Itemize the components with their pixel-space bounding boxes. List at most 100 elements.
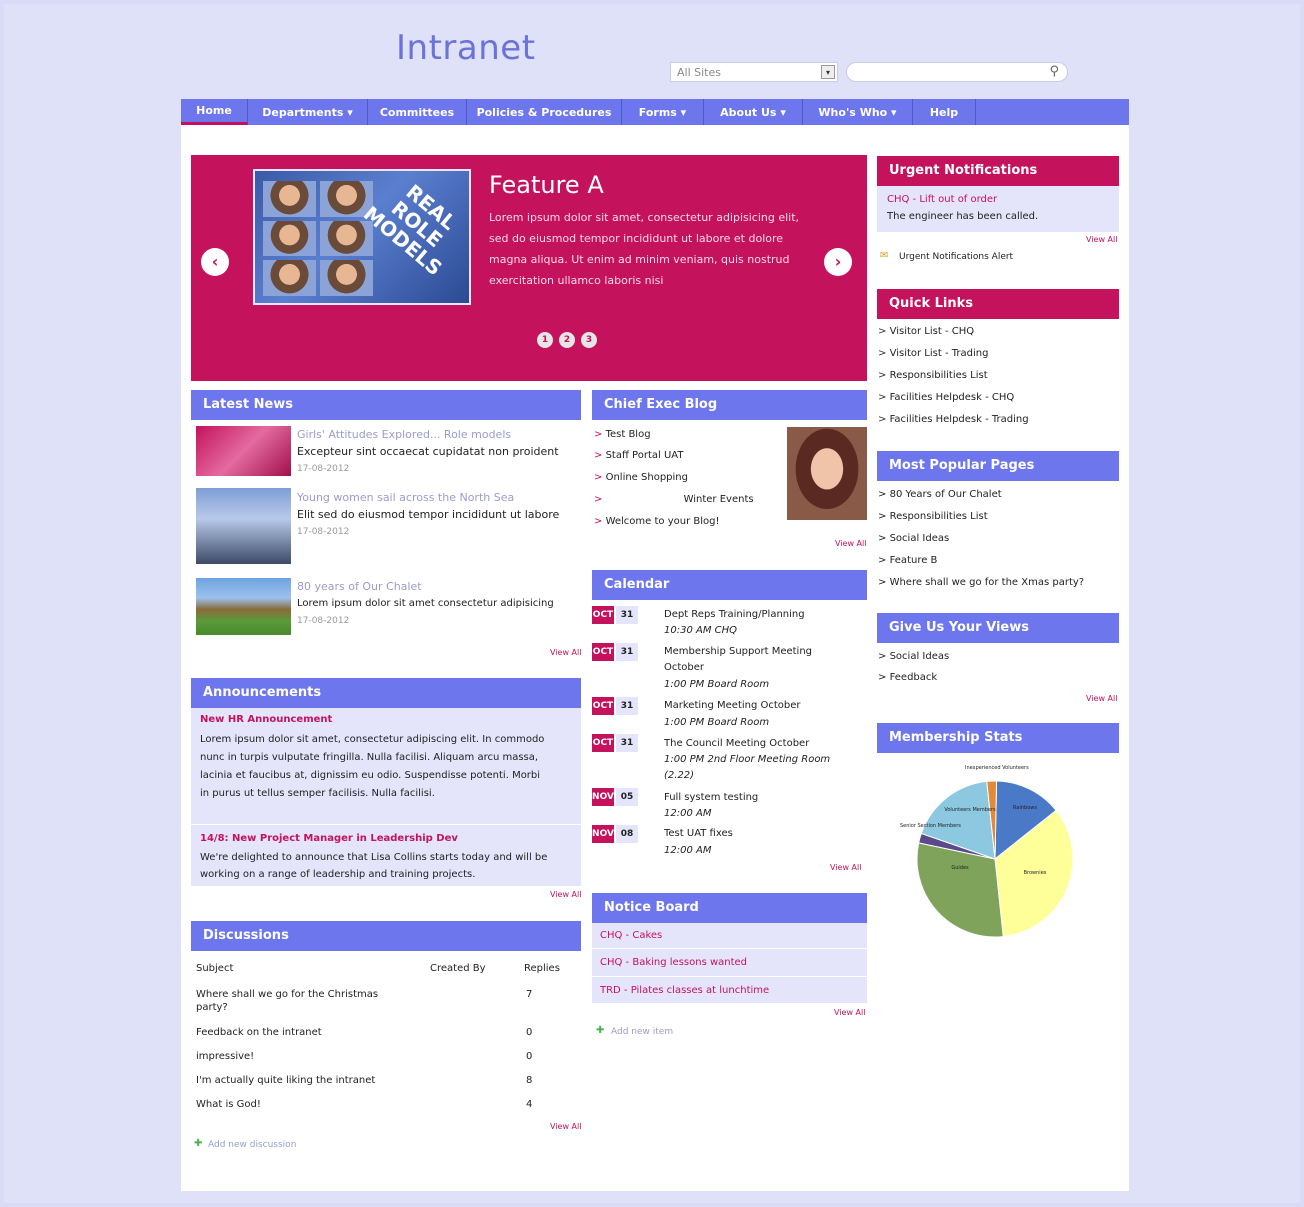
popular-page-link[interactable]: > Responsibilities List [878, 510, 988, 524]
prev-arrow-icon[interactable]: ‹ [201, 248, 229, 276]
plus-icon[interactable]: ✚ [194, 1137, 202, 1151]
popular-page-link[interactable]: > Feature B [878, 554, 937, 568]
notice-item[interactable]: TRD - Pilates classes at lunchtime [600, 984, 769, 998]
column-header-subject[interactable]: Subject [196, 962, 233, 976]
urgent-alert-link[interactable]: Urgent Notifications Alert [899, 250, 1013, 264]
news-date: 17-08-2012 [297, 464, 350, 474]
column-header-created-by[interactable]: Created By [430, 962, 486, 976]
event-title[interactable]: Test UAT fixes [664, 827, 733, 841]
quick-link[interactable]: > Visitor List - CHQ [878, 325, 974, 339]
announcement-title[interactable]: 14/8: New Project Manager in Leadership … [200, 832, 458, 846]
view-all-link[interactable]: View All [550, 648, 581, 657]
event-title[interactable]: Dept Reps Training/Planning [664, 608, 805, 622]
quick-link[interactable]: > Facilities Helpdesk - Trading [878, 413, 1029, 427]
feature-image[interactable]: REAL ROLE MODELS [253, 169, 471, 305]
urgent-item-title[interactable]: CHQ - Lift out of order [887, 193, 997, 207]
pager-dot[interactable]: 3 [581, 332, 597, 348]
news-thumbnail[interactable] [196, 578, 291, 635]
calendar-header: Calendar [592, 570, 867, 600]
quick-link[interactable]: > Facilities Helpdesk - CHQ [878, 391, 1014, 405]
news-headline[interactable]: Young women sail across the North Sea [297, 491, 514, 505]
column-header-replies[interactable]: Replies [524, 962, 560, 976]
event-title[interactable]: Full system testing [664, 791, 758, 805]
news-thumbnail[interactable] [196, 426, 291, 476]
discussions-header: Discussions [191, 921, 581, 951]
announcement-line: nunc in turpis vulputate fringilla. Null… [200, 752, 539, 763]
nav-help[interactable]: Help [913, 99, 976, 125]
popular-page-label: Social Ideas [889, 533, 950, 544]
search-input[interactable]: ⚲ [846, 62, 1068, 82]
discussion-subject[interactable]: I'm actually quite liking the intranet [196, 1074, 375, 1088]
quick-link[interactable]: > Visitor List - Trading [878, 347, 988, 361]
event-title[interactable]: The Council Meeting October [664, 737, 809, 751]
plus-icon[interactable]: ✚ [596, 1024, 604, 1038]
feature-title[interactable]: Feature A [489, 171, 604, 199]
site-scope-select[interactable]: All Sites ▾ [670, 62, 838, 82]
chevron-down-icon[interactable]: ▾ [821, 65, 835, 79]
discussion-subject[interactable]: Where shall we go for the Christmas [196, 988, 378, 1002]
view-all-link[interactable]: View All [1086, 694, 1117, 703]
site-scope-value: All Sites [677, 66, 721, 79]
event-day-badge: 31 [616, 697, 638, 715]
nav-whos-who[interactable]: Who's Who ▾ [803, 99, 913, 125]
pager-dot[interactable]: 2 [559, 332, 575, 348]
add-new-discussion-link[interactable]: Add new discussion [208, 1138, 296, 1152]
announcement-title[interactable]: New HR Announcement [200, 713, 332, 727]
event-title[interactable]: Marketing Meeting October [664, 699, 801, 713]
news-headline[interactable]: Girls' Attitudes Explored... Role models [297, 428, 511, 442]
site-logo[interactable]: Intranet [396, 28, 536, 68]
next-arrow-icon[interactable]: › [824, 248, 852, 276]
nav-label: Departments ▾ [262, 105, 353, 119]
nav-label: Committees [379, 105, 455, 119]
notice-item[interactable]: CHQ - Baking lessons wanted [600, 956, 747, 970]
view-all-link[interactable]: View All [834, 1008, 865, 1017]
divider [592, 976, 867, 977]
popular-page-link[interactable]: > Where shall we go for the Xmas party? [878, 576, 1084, 590]
event-title[interactable]: Membership Support Meeting [664, 645, 812, 659]
view-all-link[interactable]: View All [1086, 235, 1117, 244]
event-title-cont[interactable]: October [664, 661, 704, 675]
search-icon[interactable]: ⚲ [1049, 64, 1059, 79]
notice-board-header: Notice Board [592, 893, 867, 923]
view-all-link[interactable]: View All [835, 539, 866, 548]
nav-home[interactable]: Home [181, 99, 248, 125]
view-all-link[interactable]: View All [550, 890, 581, 899]
pager-dot[interactable]: 1 [537, 332, 553, 348]
discussion-subject[interactable]: What is God! [196, 1098, 261, 1112]
views-link[interactable]: > Feedback [878, 671, 937, 685]
quick-link-label: Visitor List - Trading [889, 348, 989, 359]
nav-committees[interactable]: Committees [368, 99, 467, 125]
views-link[interactable]: > Social Ideas [878, 650, 949, 664]
pie-label: Guides [951, 865, 969, 871]
discussion-subject[interactable]: Feedback on the intranet [196, 1026, 322, 1040]
bell-icon: ✉ [880, 250, 889, 261]
nav-about-us[interactable]: About Us ▾ [704, 99, 803, 125]
quick-link[interactable]: > Responsibilities List [878, 369, 988, 383]
blog-item[interactable]: > Staff Portal UAT [594, 449, 683, 463]
news-date: 17-08-2012 [297, 527, 350, 537]
blog-item[interactable]: > Winter Events [594, 493, 754, 507]
blog-item[interactable]: > Test Blog [594, 428, 651, 442]
add-new-item-link[interactable]: Add new item [611, 1025, 673, 1039]
news-headline[interactable]: 80 years of Our Chalet [297, 580, 422, 594]
news-thumbnail[interactable] [196, 488, 291, 564]
popular-page-link[interactable]: > 80 Years of Our Chalet [878, 488, 1002, 502]
blog-item[interactable]: > Welcome to your Blog! [594, 515, 720, 529]
popular-page-label: Responsibilities List [889, 511, 988, 522]
pie-label: Inexperienced Volunteers [965, 765, 1029, 771]
nav-policies[interactable]: Policies & Procedures [467, 99, 622, 125]
nav-departments[interactable]: Departments ▾ [248, 99, 368, 125]
views-link-label: Social Ideas [889, 651, 950, 662]
event-day-badge: 31 [616, 643, 638, 661]
feature-carousel: REAL ROLE MODELS Feature A Lorem ipsum d… [191, 155, 867, 381]
carousel-pager: 1 2 3 [537, 332, 597, 348]
view-all-link[interactable]: View All [830, 863, 861, 872]
nav-forms[interactable]: Forms ▾ [622, 99, 704, 125]
popular-page-link[interactable]: > Social Ideas [878, 532, 949, 546]
discussion-subject-cont[interactable]: party? [196, 1001, 228, 1015]
blog-item[interactable]: > Online Shopping [594, 471, 688, 485]
membership-pie-chart: Rainbows Brownies Guides Senior Section Mem… [900, 765, 1074, 938]
discussion-subject[interactable]: impressive! [196, 1050, 254, 1064]
notice-item[interactable]: CHQ - Cakes [600, 929, 662, 943]
view-all-link[interactable]: View All [550, 1122, 581, 1131]
